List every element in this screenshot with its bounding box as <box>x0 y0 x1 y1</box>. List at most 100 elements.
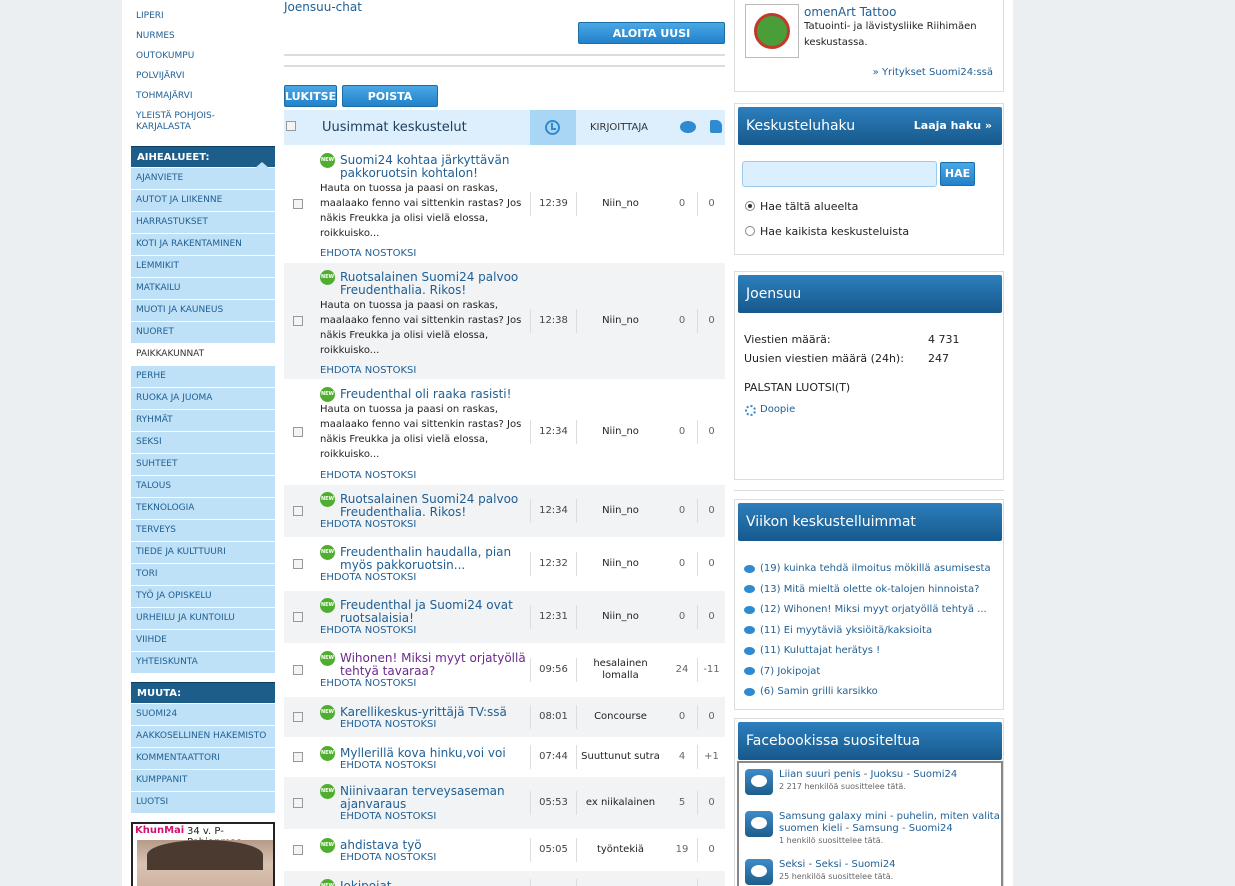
weekly-link[interactable]: (11) Kuluttajat herätys ! <box>760 645 880 656</box>
category-link[interactable]: TYÖ JA OPISKELU <box>131 586 275 607</box>
category-link[interactable]: NUORET <box>131 322 275 343</box>
suggest-button[interactable]: EHDOTA NOSTOKSI <box>320 625 416 636</box>
thread-title[interactable]: Karellikeskus-yrittäjä TV:ssä <box>340 706 530 719</box>
thread-author[interactable]: työntekiä <box>576 838 664 862</box>
facebook-item[interactable]: Liian suuri penis - Juoksu - Suomi24 2 21… <box>739 767 1001 807</box>
category-link[interactable]: TEKNOLOGIA <box>131 498 275 519</box>
new-topic-button[interactable]: ALOITA UUSI KESKUSTELU <box>578 22 725 62</box>
location-link[interactable]: LIPERI <box>131 11 164 22</box>
radio-all-discussions[interactable] <box>745 226 755 236</box>
thread-title[interactable]: Jokipojat <box>340 880 530 886</box>
suggest-button[interactable]: EHDOTA NOSTOKSI <box>320 248 416 259</box>
thread-author[interactable]: Niin_no <box>576 420 664 444</box>
thread-checkbox[interactable] <box>293 506 303 516</box>
comments-icon[interactable] <box>680 121 696 133</box>
weekly-item[interactable]: (13) Mitä mieltä olette ok-talojen hinno… <box>744 579 999 598</box>
weekly-item[interactable]: (7) Jokipojat <box>744 661 999 680</box>
suggest-button[interactable]: EHDOTA NOSTOKSI <box>340 852 436 863</box>
sponsor-logo[interactable] <box>745 4 799 58</box>
thread-author[interactable]: Niin_no <box>576 309 664 333</box>
muuta-link[interactable]: KUMPPANIT <box>131 770 275 791</box>
category-link[interactable]: TALOUS <box>131 476 275 497</box>
sponsor-name[interactable]: omenArt Tattoo <box>804 5 896 19</box>
category-link[interactable]: TERVEYS <box>131 520 275 541</box>
radio-this-area-label[interactable]: Hae tältä alueelta <box>760 200 858 213</box>
category-link[interactable]: TIEDE JA KULTTUURI <box>131 542 275 563</box>
weekly-link[interactable]: (19) kuinka tehdä ilmoitus mökillä asumi… <box>760 563 991 574</box>
category-link[interactable]: KOTI JA RAKENTAMINEN <box>131 234 275 255</box>
lock-button[interactable]: LUKITSE <box>284 85 337 107</box>
muuta-link[interactable]: LUOTSI <box>131 792 275 813</box>
thread-title[interactable]: Niinivaaran terveysaseman ajanvaraus <box>340 785 530 811</box>
location-link[interactable]: POLVIJÄRVI <box>131 71 185 82</box>
thread-title[interactable]: Ruotsalainen Suomi24 palvoo Freudenthalia… <box>340 271 530 297</box>
author-column-header[interactable]: KIRJOITTAJA <box>590 122 648 133</box>
thread-title[interactable]: Freudenthalin haudalla, pian myös pakkoru… <box>340 546 530 572</box>
thread-title[interactable]: Ruotsalainen Suomi24 palvoo Freudenthalia… <box>340 493 530 519</box>
thread-checkbox[interactable] <box>293 798 303 808</box>
chat-link[interactable]: Joensuu-chat <box>284 0 362 14</box>
thread-author[interactable]: hesalainen lomalla <box>576 658 664 682</box>
select-all-checkbox[interactable] <box>286 121 296 131</box>
radio-all-discussions-label[interactable]: Hae kaikista keskusteluista <box>760 225 909 238</box>
unlock-button[interactable]: POISTA LUKITUS <box>342 85 438 125</box>
thread-checkbox[interactable] <box>293 427 303 437</box>
thread-checkbox[interactable] <box>293 712 303 722</box>
thread-author[interactable]: Suuttunut sutra <box>576 745 664 769</box>
thread-checkbox[interactable] <box>293 612 303 622</box>
thread-author[interactable]: Concourse <box>576 705 664 729</box>
search-button[interactable]: HAE <box>940 162 975 186</box>
muuta-link[interactable]: AAKKOSELLINEN HAKEMISTO <box>131 726 275 747</box>
weekly-link[interactable]: (7) Jokipojat <box>760 666 820 677</box>
thread-title[interactable]: Suomi24 kohtaa järkyttävän pakkoruotsin k… <box>340 154 530 180</box>
weekly-link[interactable]: (13) Mitä mieltä olette ok-talojen hinno… <box>760 584 979 595</box>
thread-checkbox[interactable] <box>293 752 303 762</box>
weekly-item[interactable]: (12) Wihonen! Miksi myyt orjatyöllä teht… <box>744 599 999 618</box>
thread-title[interactable]: Freudenthal ja Suomi24 ovat ruotsalaisia! <box>340 599 530 625</box>
location-link[interactable]: OUTOKUMPU <box>131 51 194 62</box>
location-link[interactable]: TOHMAJÄRVI <box>131 91 193 102</box>
search-input[interactable] <box>742 161 937 187</box>
suggest-button[interactable]: EHDOTA NOSTOKSI <box>320 365 416 376</box>
sort-by-time-button[interactable] <box>530 110 576 145</box>
category-link[interactable]: AUTOT JA LIIKENNE <box>131 190 275 211</box>
location-link[interactable]: NURMES <box>131 31 175 42</box>
suggest-button[interactable]: EHDOTA NOSTOKSI <box>320 572 416 583</box>
weekly-link[interactable]: (11) Ei myytäviä yksiöitä/kaksioita <box>760 625 932 636</box>
thread-title[interactable]: Freudenthal oli raaka rasisti! <box>340 388 530 401</box>
thread-author[interactable]: ex niikalainen <box>576 791 664 815</box>
suggest-button[interactable]: EHDOTA NOSTOKSI <box>340 811 436 822</box>
category-link[interactable]: TORI <box>131 564 275 585</box>
thread-checkbox[interactable] <box>293 199 303 209</box>
thread-author[interactable]: Niin_no <box>576 192 664 216</box>
category-link[interactable]: PAIKKAKUNNAT <box>131 344 275 365</box>
category-link[interactable]: MATKAILU <box>131 278 275 299</box>
category-link[interactable]: AJANVIETE <box>131 168 275 189</box>
thread-title[interactable]: Myllerillä kova hinku,voi voi <box>340 747 530 760</box>
weekly-link[interactable]: (12) Wihonen! Miksi myyt orjatyöllä teht… <box>760 604 987 615</box>
suggest-button[interactable]: EHDOTA NOSTOKSI <box>340 760 436 771</box>
profile-ad[interactable]: KhunMai 34 v. P-Pohjanmaa <box>131 822 275 886</box>
companies-link[interactable]: » Yritykset Suomi24:ssä <box>873 67 993 78</box>
thread-author[interactable] <box>576 879 664 886</box>
facebook-item[interactable]: Samsung galaxy mini - puhelin, miten val… <box>739 809 1001 849</box>
location-link[interactable]: YLEISTÄ POHJOIS-KARJALASTA <box>131 111 251 133</box>
category-link[interactable]: LEMMIKIT <box>131 256 275 277</box>
weekly-item[interactable]: (11) Kuluttajat herätys ! <box>744 640 999 659</box>
thread-title[interactable]: Wihonen! Miksi myyt orjatyöllä tehtyä tav… <box>340 652 530 678</box>
thread-title[interactable]: ahdistava työ <box>340 839 530 852</box>
category-link[interactable]: VIIHDE <box>131 630 275 651</box>
thread-author[interactable]: Niin_no <box>576 605 664 629</box>
category-link[interactable]: HARRASTUKSET <box>131 212 275 233</box>
muuta-link[interactable]: SUOMI24 <box>131 704 275 725</box>
thread-checkbox[interactable] <box>293 559 303 569</box>
suggest-button[interactable]: EHDOTA NOSTOKSI <box>320 519 416 530</box>
facebook-item-title[interactable]: Samsung galaxy mini - puhelin, miten val… <box>779 811 1004 835</box>
category-link[interactable]: RYHMÄT <box>131 410 275 431</box>
weekly-link[interactable]: (6) Samin grilli karsikko <box>760 686 878 697</box>
category-link[interactable]: YHTEISKUNTA <box>131 652 275 673</box>
muuta-link[interactable]: KOMMENTAATTORI <box>131 748 275 769</box>
thumbs-up-icon[interactable] <box>710 120 722 133</box>
suggest-button[interactable]: EHDOTA NOSTOKSI <box>320 470 416 481</box>
weekly-item[interactable]: (11) Ei myytäviä yksiöitä/kaksioita <box>744 620 999 639</box>
